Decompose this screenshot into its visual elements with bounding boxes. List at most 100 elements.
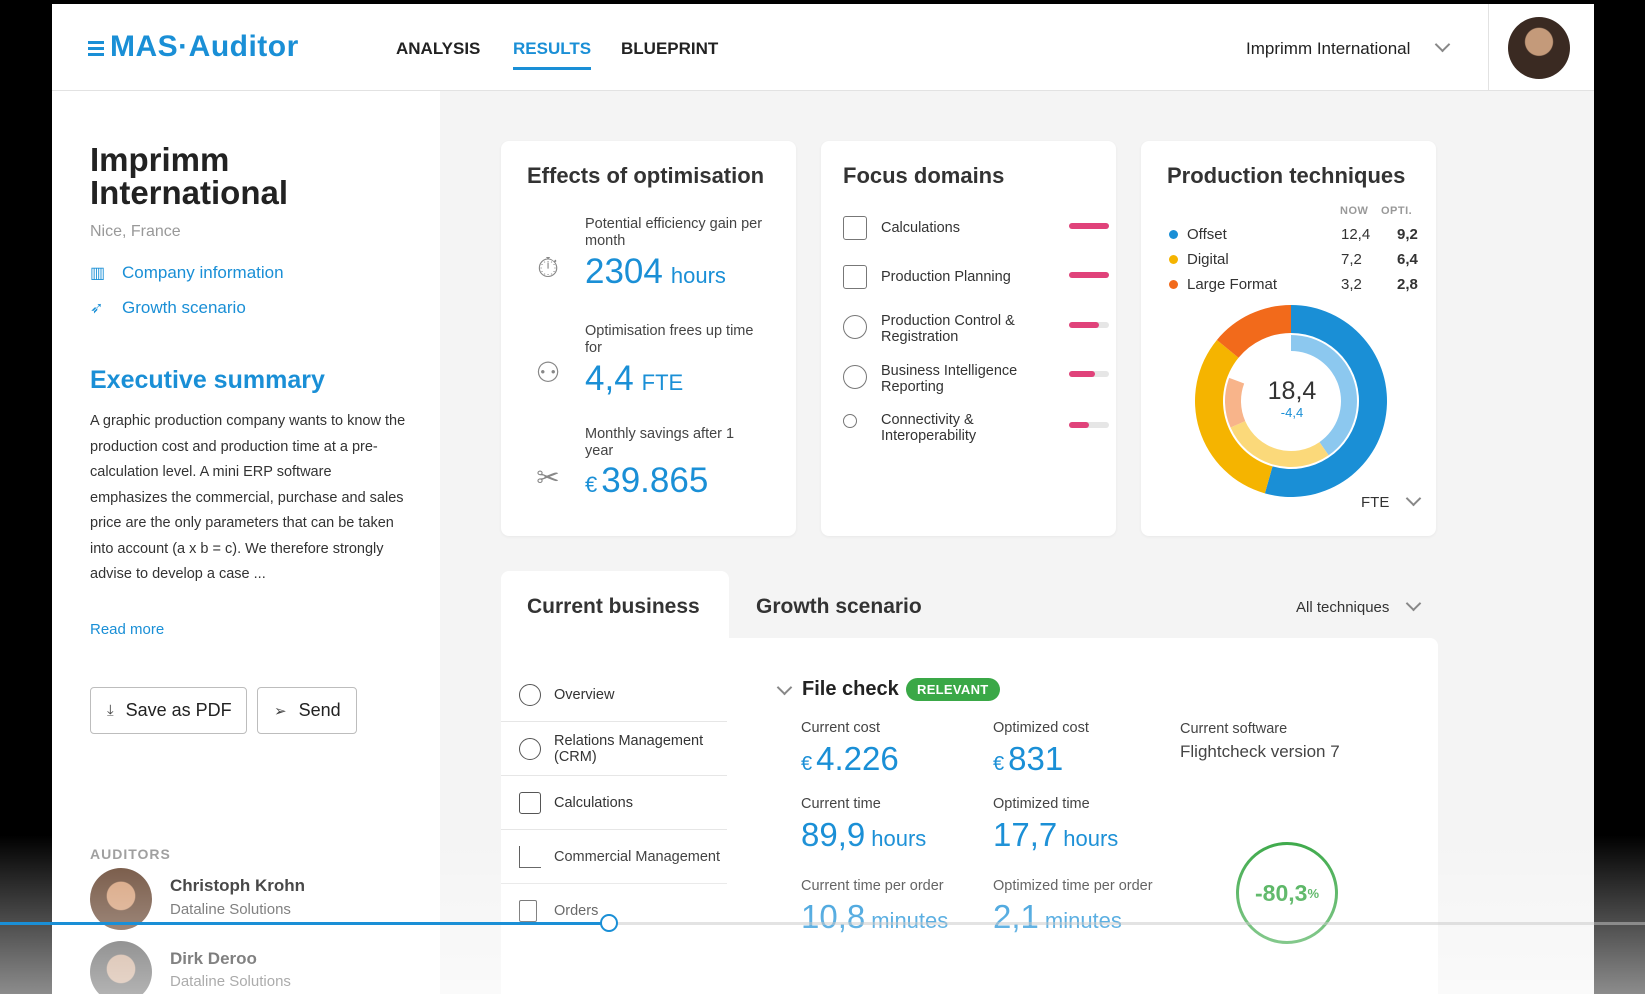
focus-level-fill	[1069, 422, 1089, 428]
metric-unit: FTE	[641, 370, 684, 395]
nav-results[interactable]: RESULTS	[513, 39, 592, 70]
company-dropdown[interactable]: Imprimm International	[1246, 36, 1451, 59]
nav-analysis[interactable]: ANALYSIS	[396, 39, 480, 59]
connection-icon	[843, 414, 857, 428]
sidebar-item-crm[interactable]: Relations Management (CRM)	[501, 722, 727, 776]
technique-opt: 2,8	[1397, 276, 1418, 293]
building-icon: ▥	[90, 265, 106, 282]
technique-opt: 6,4	[1397, 251, 1418, 268]
line-chart-icon	[519, 846, 541, 868]
auditor-avatar[interactable]	[90, 868, 152, 930]
chevron-down-icon	[1434, 36, 1451, 53]
check-circle-icon	[843, 315, 867, 339]
relevant-badge: RELEVANT	[906, 678, 1000, 701]
tab-current-business[interactable]: Current business	[501, 571, 729, 641]
sidebar-item-label: Overview	[554, 687, 615, 703]
focus-level-fill	[1069, 223, 1109, 229]
reduction-percentage-circle: -80,3%	[1236, 842, 1338, 944]
optimized-cost-number: 831	[1008, 740, 1064, 777]
sidebar-item-commercial-management[interactable]: Commercial Management	[501, 830, 727, 884]
user-avatar[interactable]	[1508, 17, 1570, 79]
focus-level-bar	[1069, 422, 1109, 428]
optimized-time-value: 17,7 hours	[993, 816, 1118, 854]
auditor-name: Christoph Krohn	[170, 876, 306, 895]
per-order-unit: minutes	[871, 908, 949, 933]
optimized-per-order-number: 2,1	[993, 898, 1039, 935]
sidebar-item-label: Relations Management (CRM)	[554, 733, 704, 765]
metric-number: 4,4	[585, 359, 634, 398]
current-time-label: Current time	[801, 796, 881, 812]
metric-label: Potential efficiency gain per month	[585, 216, 763, 249]
techniques-filter-dropdown[interactable]: All techniques	[1296, 595, 1421, 616]
focus-label: Production Control & Registration	[881, 313, 1015, 345]
technique-name: Offset	[1187, 226, 1227, 243]
technique-name: Digital	[1187, 251, 1229, 268]
optimized-time-per-order-value: 2,1 minutes	[993, 898, 1122, 936]
unit-dropdown[interactable]: FTE	[1361, 490, 1421, 511]
logo-bars-icon	[88, 38, 104, 59]
tab-growth-scenario[interactable]: Growth scenario	[756, 595, 922, 619]
company-title: Imprimm International	[90, 141, 289, 211]
people-icon: ⚇	[535, 357, 561, 388]
sidebar-item-label: Commercial Management	[554, 849, 721, 865]
metric-unit: hours	[670, 263, 726, 288]
technique-row: Digital 7,2 6,4	[1169, 251, 1429, 268]
technique-now: 3,2	[1341, 276, 1362, 293]
metric-value: €39.865	[585, 461, 708, 501]
focus-label: Connectivity & Interoperability	[881, 412, 977, 444]
effects-title: Effects of optimisation	[527, 163, 765, 188]
save-as-pdf-button[interactable]: ⤓ Save as PDF	[90, 687, 247, 734]
technique-row: Large Format 3,2 2,8	[1169, 276, 1429, 293]
donut-center-value: 18,4	[1267, 377, 1317, 405]
technique-now: 12,4	[1341, 226, 1371, 243]
executive-summary-title: Executive summary	[90, 366, 325, 394]
current-time-per-order-value: 10,8 minutes	[801, 898, 948, 936]
reduction-value: -80,3	[1255, 879, 1308, 906]
focus-level-bar	[1069, 223, 1109, 229]
technique-opt: 9,2	[1397, 226, 1418, 243]
optimized-time-label: Optimized time	[993, 796, 1090, 812]
planning-icon	[843, 265, 867, 289]
left-sidebar: Imprimm International Nice, France ▥ Comp…	[52, 91, 440, 994]
video-progress-handle[interactable]	[599, 914, 618, 932]
focus-level-fill	[1069, 272, 1109, 278]
current-time-number: 89,9	[801, 816, 866, 853]
current-software-value: Flightcheck version 7	[1180, 742, 1340, 761]
read-more-link[interactable]: Read more	[90, 621, 164, 638]
mas-auditor-logo[interactable]: MAS·Auditor	[88, 30, 299, 64]
current-software-label: Current software	[1180, 721, 1288, 737]
user-circle-icon	[519, 738, 541, 760]
donut-center-delta: -4,4	[1280, 405, 1304, 420]
sidebar-item-calculations[interactable]: Calculations	[501, 776, 727, 830]
chevron-down-icon	[1405, 490, 1421, 507]
metric-value: 2304 hours	[585, 252, 726, 292]
stopwatch-icon: ⏱	[537, 252, 559, 283]
currency-symbol: €	[993, 753, 1005, 775]
chevron-down-icon	[1405, 595, 1421, 612]
nav-blueprint[interactable]: BLUEPRINT	[621, 39, 718, 59]
reduction-unit: %	[1307, 885, 1319, 901]
calculator-icon	[519, 792, 541, 814]
metric-label: Monthly savings after 1 year	[585, 426, 735, 459]
currency-symbol: €	[801, 753, 813, 775]
company-information-link[interactable]: ▥ Company information	[90, 263, 284, 283]
file-check-title[interactable]: File check	[802, 678, 899, 701]
time-unit: hours	[1063, 826, 1119, 851]
current-cost-number: 4.226	[816, 740, 899, 777]
send-label: Send	[298, 700, 341, 720]
pie-chart-icon	[843, 365, 867, 389]
metric-number: 39.865	[601, 461, 709, 500]
metric-label: Optimisation frees up time for	[585, 323, 754, 356]
sidebar-item-overview[interactable]: Overview	[501, 668, 727, 722]
auditor-avatar[interactable]	[90, 941, 152, 994]
optimized-time-per-order-label: Optimized time per order	[993, 878, 1153, 894]
growth-scenario-link[interactable]: ➶ Growth scenario	[90, 298, 246, 318]
send-button[interactable]: ➢ Send	[257, 687, 357, 734]
app-window: MAS·Auditor ANALYSIS RESULTS BLUEPRINT I…	[52, 4, 1594, 994]
effects-card: Effects of optimisation ⏱ Potential effi…	[501, 141, 796, 536]
optimized-cost-value: €831	[993, 740, 1063, 778]
chevron-down-icon[interactable]	[776, 679, 793, 696]
current-time-per-order-label: Current time per order	[801, 878, 944, 894]
header-divider	[1488, 4, 1489, 90]
sidebar-item-label: Calculations	[554, 795, 633, 811]
